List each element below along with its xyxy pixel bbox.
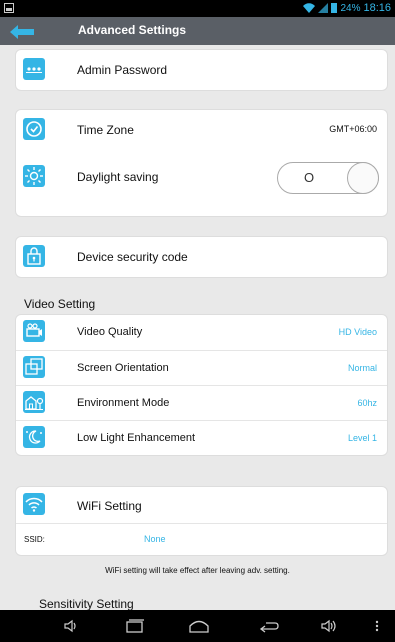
daylight-saving-row: Daylight saving O [16,150,387,202]
admin-password-card: Admin Password [15,49,388,91]
screen-orientation-value: Normal [347,363,377,373]
low-light-label: Low Light Enhancement [77,432,196,444]
device-security-card: Device security code [15,236,388,278]
ssid-value: None [144,534,166,544]
moon-icon [23,426,45,448]
time-zone-value: GMT+06:00 [329,124,377,134]
signal-icon [318,3,329,13]
wifi-setting-label: WiFi Setting [77,499,142,513]
video-settings-card: Video Quality HD Video Screen Orientatio… [15,314,388,456]
wifi-settings-card: WiFi Setting SSID: None [15,486,388,556]
video-quality-value: HD Video [338,327,377,337]
status-icons: 24% 18:16 [303,2,391,14]
environment-mode-label: Environment Mode [77,397,170,409]
ssid-label: SSID: [24,535,45,544]
time-settings-card: Time Zone GMT+06:00 Daylight saving O [15,109,388,217]
video-camera-icon [23,320,45,342]
volume-down-icon[interactable] [63,618,79,634]
screen-orientation-row[interactable]: Screen Orientation Normal [16,350,387,385]
video-quality-row[interactable]: Video Quality HD Video [16,315,387,350]
recent-apps-icon[interactable] [125,618,145,634]
low-light-value: Level 1 [347,433,377,443]
title-bar: Advanced Settings [0,17,395,45]
sensitivity-setting-heading: Sensitivity Setting [39,597,134,611]
admin-password-row[interactable]: Admin Password [16,50,387,90]
low-light-row[interactable]: Low Light Enhancement Level 1 [16,420,387,455]
video-quality-label: Video Quality [77,326,143,338]
clock: 18:16 [363,2,391,14]
battery-icon [331,3,338,13]
wifi-note: WiFi setting will take effect after leav… [105,566,290,575]
sun-icon [23,165,45,187]
time-zone-label: Time Zone [77,123,134,137]
back-icon[interactable] [258,618,280,634]
screen-rotate-icon [23,356,45,378]
lock-icon [23,245,45,267]
daylight-saving-label: Daylight saving [77,170,159,184]
device-security-label: Device security code [77,250,188,264]
environment-mode-value: 60hz [357,398,377,408]
screenshot-icon [4,3,14,13]
clock-icon [23,118,45,140]
status-bar: 24% 18:16 [0,0,395,17]
screen-orientation-label: Screen Orientation [77,362,169,374]
password-dots-icon [23,58,45,80]
wifi-setting-row[interactable]: WiFi Setting [16,487,387,523]
volume-up-icon[interactable] [320,618,338,634]
video-setting-heading: Video Setting [24,297,96,311]
admin-password-label: Admin Password [77,63,168,77]
navigation-bar [0,610,395,642]
battery-percent: 24% [340,2,361,14]
environment-mode-row[interactable]: Environment Mode 60hz [16,385,387,420]
page-title: Advanced Settings [78,23,187,37]
device-security-row[interactable]: Device security code [16,237,387,277]
time-zone-row[interactable]: Time Zone GMT+06:00 [16,110,387,150]
wifi-icon [23,493,45,515]
daylight-saving-toggle[interactable]: O [277,162,379,194]
toggle-state-text: O [304,170,315,185]
overflow-menu-icon[interactable] [374,618,380,634]
toggle-knob [347,162,379,194]
home-icon[interactable] [188,618,210,634]
house-tree-icon [23,391,45,413]
back-arrow-icon[interactable] [8,23,36,39]
wifi-icon [303,3,316,13]
ssid-row: SSID: None [16,523,387,556]
